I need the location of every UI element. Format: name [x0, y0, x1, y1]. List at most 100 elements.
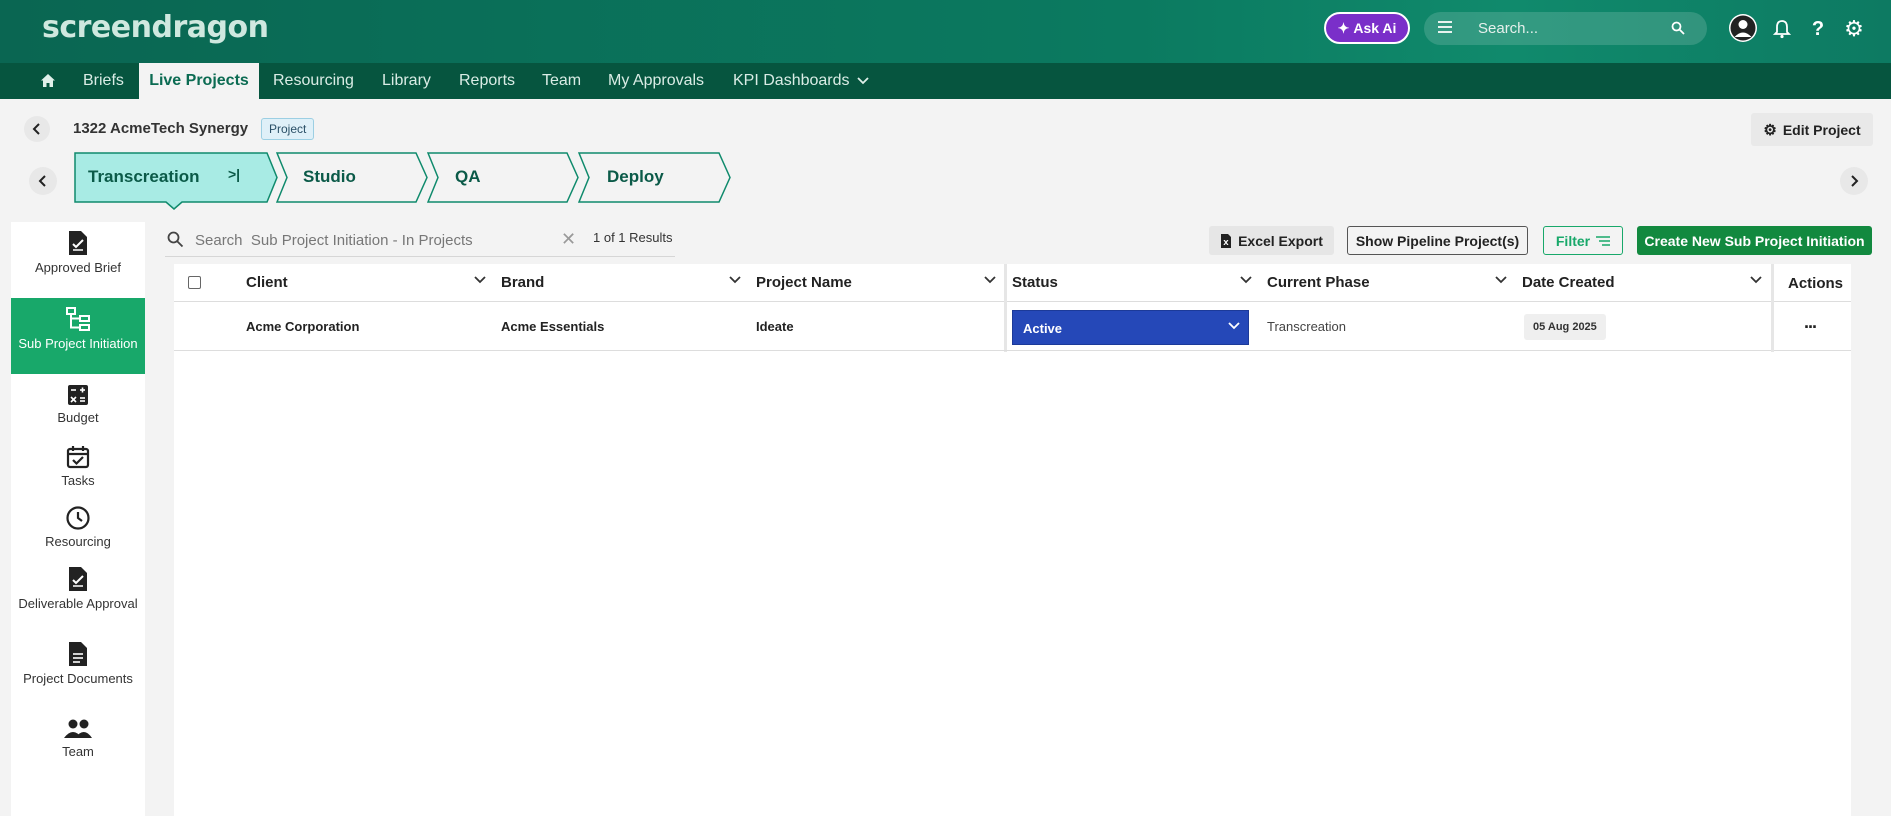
home-icon[interactable] [40, 63, 56, 99]
back-button[interactable] [24, 116, 50, 142]
document-icon [11, 641, 145, 667]
sidebar-item-project-documents[interactable]: Project Documents [11, 641, 145, 709]
sidebar-item-team[interactable]: Team [11, 718, 145, 772]
column-header-client[interactable]: Client [246, 264, 494, 302]
chevron-down-icon[interactable] [1750, 276, 1762, 284]
chevron-down-icon[interactable] [474, 276, 486, 284]
filter-button[interactable]: Filter [1543, 226, 1623, 255]
status-dropdown[interactable]: Active [1012, 310, 1249, 345]
chevron-down-icon[interactable] [984, 276, 996, 284]
gear-icon: ⚙ [1763, 121, 1777, 139]
phase-prev-button[interactable] [29, 167, 57, 195]
column-header-date-created[interactable]: Date Created [1522, 264, 1770, 302]
settings-gear-icon[interactable]: ⚙ [1840, 15, 1868, 43]
cell-current-phase: Transcreation [1267, 319, 1346, 334]
approved-document-icon [11, 566, 145, 592]
results-count: 1 of 1 Results [593, 230, 673, 245]
chevron-left-icon [32, 123, 40, 135]
sidebar-item-approved-brief[interactable]: Approved Brief [11, 230, 145, 296]
nav-reports[interactable]: Reports [459, 63, 515, 99]
sidebar-item-deliverable-approval[interactable]: Deliverable Approval [11, 566, 145, 634]
help-icon[interactable]: ? [1804, 15, 1832, 43]
nav-briefs[interactable]: Briefs [83, 63, 124, 99]
phase-qa[interactable]: QA [427, 152, 579, 203]
screendragon-logo[interactable]: screendragon [42, 10, 269, 45]
clock-icon [11, 506, 145, 530]
column-label: Date Created [1522, 274, 1615, 291]
column-label: Client [246, 274, 288, 291]
show-pipeline-button[interactable]: Show Pipeline Project(s) [1347, 226, 1528, 255]
column-label: Project Name [756, 274, 852, 291]
excel-export-button[interactable]: X Excel Export [1209, 226, 1334, 255]
chevron-down-icon[interactable] [1240, 276, 1252, 284]
menu-icon[interactable] [1438, 21, 1452, 33]
sidebar-item-tasks[interactable]: Tasks [11, 445, 145, 499]
collapse-arrow-icon[interactable]: >| [228, 166, 240, 182]
nav-kpi-dashboards[interactable]: KPI Dashboards [733, 63, 850, 99]
phase-transcreation[interactable]: Transcreation >| [74, 152, 278, 210]
sidebar-item-label: Deliverable Approval [18, 596, 138, 611]
project-type-badge: Project [261, 118, 315, 140]
cell-client: Acme Corporation [246, 319, 360, 334]
nav-live-projects[interactable]: Live Projects [139, 63, 259, 99]
create-sub-project-button[interactable]: Create New Sub Project Initiation [1637, 226, 1872, 255]
phase-studio[interactable]: Studio [276, 152, 428, 203]
column-header-status[interactable]: Status [1012, 264, 1260, 302]
sub-projects-table: Client Brand Project Name Status Current… [174, 264, 1851, 816]
phase-label: QA [455, 167, 481, 186]
cell-project-name[interactable]: Ideate [756, 319, 794, 334]
sidebar-item-label: Resourcing [45, 534, 111, 549]
actions-header: Actions [1774, 264, 1851, 302]
phase-next-button[interactable] [1840, 167, 1868, 195]
phase-label: Deploy [607, 167, 664, 186]
table-row[interactable]: Acme Corporation Acme Essentials Ideate … [174, 302, 1771, 351]
chevron-down-icon[interactable] [1495, 276, 1507, 284]
column-label: Brand [501, 274, 545, 291]
select-all-checkbox[interactable] [188, 276, 201, 289]
column-header-project-name[interactable]: Project Name [756, 264, 1004, 302]
actions-cell: ... [1774, 302, 1851, 351]
sidebar-item-label: Approved Brief [35, 260, 121, 275]
approved-document-icon [11, 230, 145, 256]
ask-ai-button[interactable]: ✦ Ask Ai [1324, 12, 1410, 44]
sidebar-item-label: Team [62, 744, 94, 759]
sidebar-item-label: Sub Project Initiation [18, 336, 138, 351]
global-search [1424, 12, 1707, 45]
nav-library[interactable]: Library [382, 63, 431, 99]
sidebar-item-label: Project Documents [23, 671, 133, 686]
svg-text:X: X [1223, 239, 1229, 247]
nav-resourcing[interactable]: Resourcing [273, 63, 354, 99]
column-label: Status [1012, 274, 1058, 291]
chevron-down-icon [1228, 322, 1240, 330]
sidebar-item-budget[interactable]: Budget [11, 384, 145, 438]
project-title: 1322 AcmeTech Synergy [73, 120, 249, 137]
user-avatar-icon[interactable] [1728, 13, 1758, 43]
edit-project-button[interactable]: ⚙ Edit Project [1751, 113, 1873, 146]
search-icon[interactable] [1671, 21, 1685, 40]
sidebar-item-sub-project-initiation[interactable]: Sub Project Initiation [11, 298, 145, 374]
global-search-input[interactable] [1478, 18, 1658, 38]
clear-search-icon[interactable]: ✕ [561, 229, 576, 250]
notification-bell-icon[interactable] [1768, 15, 1796, 43]
cell-brand: Acme Essentials [501, 319, 605, 334]
filter-lines-icon [1596, 235, 1611, 246]
nav-team[interactable]: Team [542, 63, 581, 99]
actions-column: Actions ... [1771, 264, 1851, 352]
ask-ai-label: Ask Ai [1353, 20, 1397, 36]
chevron-down-icon[interactable] [857, 63, 869, 99]
search-icon [167, 231, 184, 253]
table-search-input[interactable] [195, 230, 555, 250]
people-group-icon [11, 718, 145, 740]
project-sidebar: Approved Brief Sub Project Initiation Bu… [11, 222, 145, 816]
hierarchy-tree-icon [11, 306, 145, 332]
chevron-down-icon[interactable] [729, 276, 741, 284]
column-header-current-phase[interactable]: Current Phase [1267, 264, 1515, 302]
column-label: Current Phase [1267, 274, 1370, 291]
phase-deploy[interactable]: Deploy [578, 152, 731, 203]
top-header: screendragon ✦ Ask Ai ? ⚙ [0, 0, 1891, 63]
column-header-brand[interactable]: Brand [501, 264, 749, 302]
more-actions-icon[interactable]: ... [1804, 312, 1817, 333]
sidebar-item-resourcing[interactable]: Resourcing [11, 506, 145, 560]
nav-my-approvals[interactable]: My Approvals [608, 63, 704, 99]
filter-label: Filter [1555, 232, 1591, 249]
